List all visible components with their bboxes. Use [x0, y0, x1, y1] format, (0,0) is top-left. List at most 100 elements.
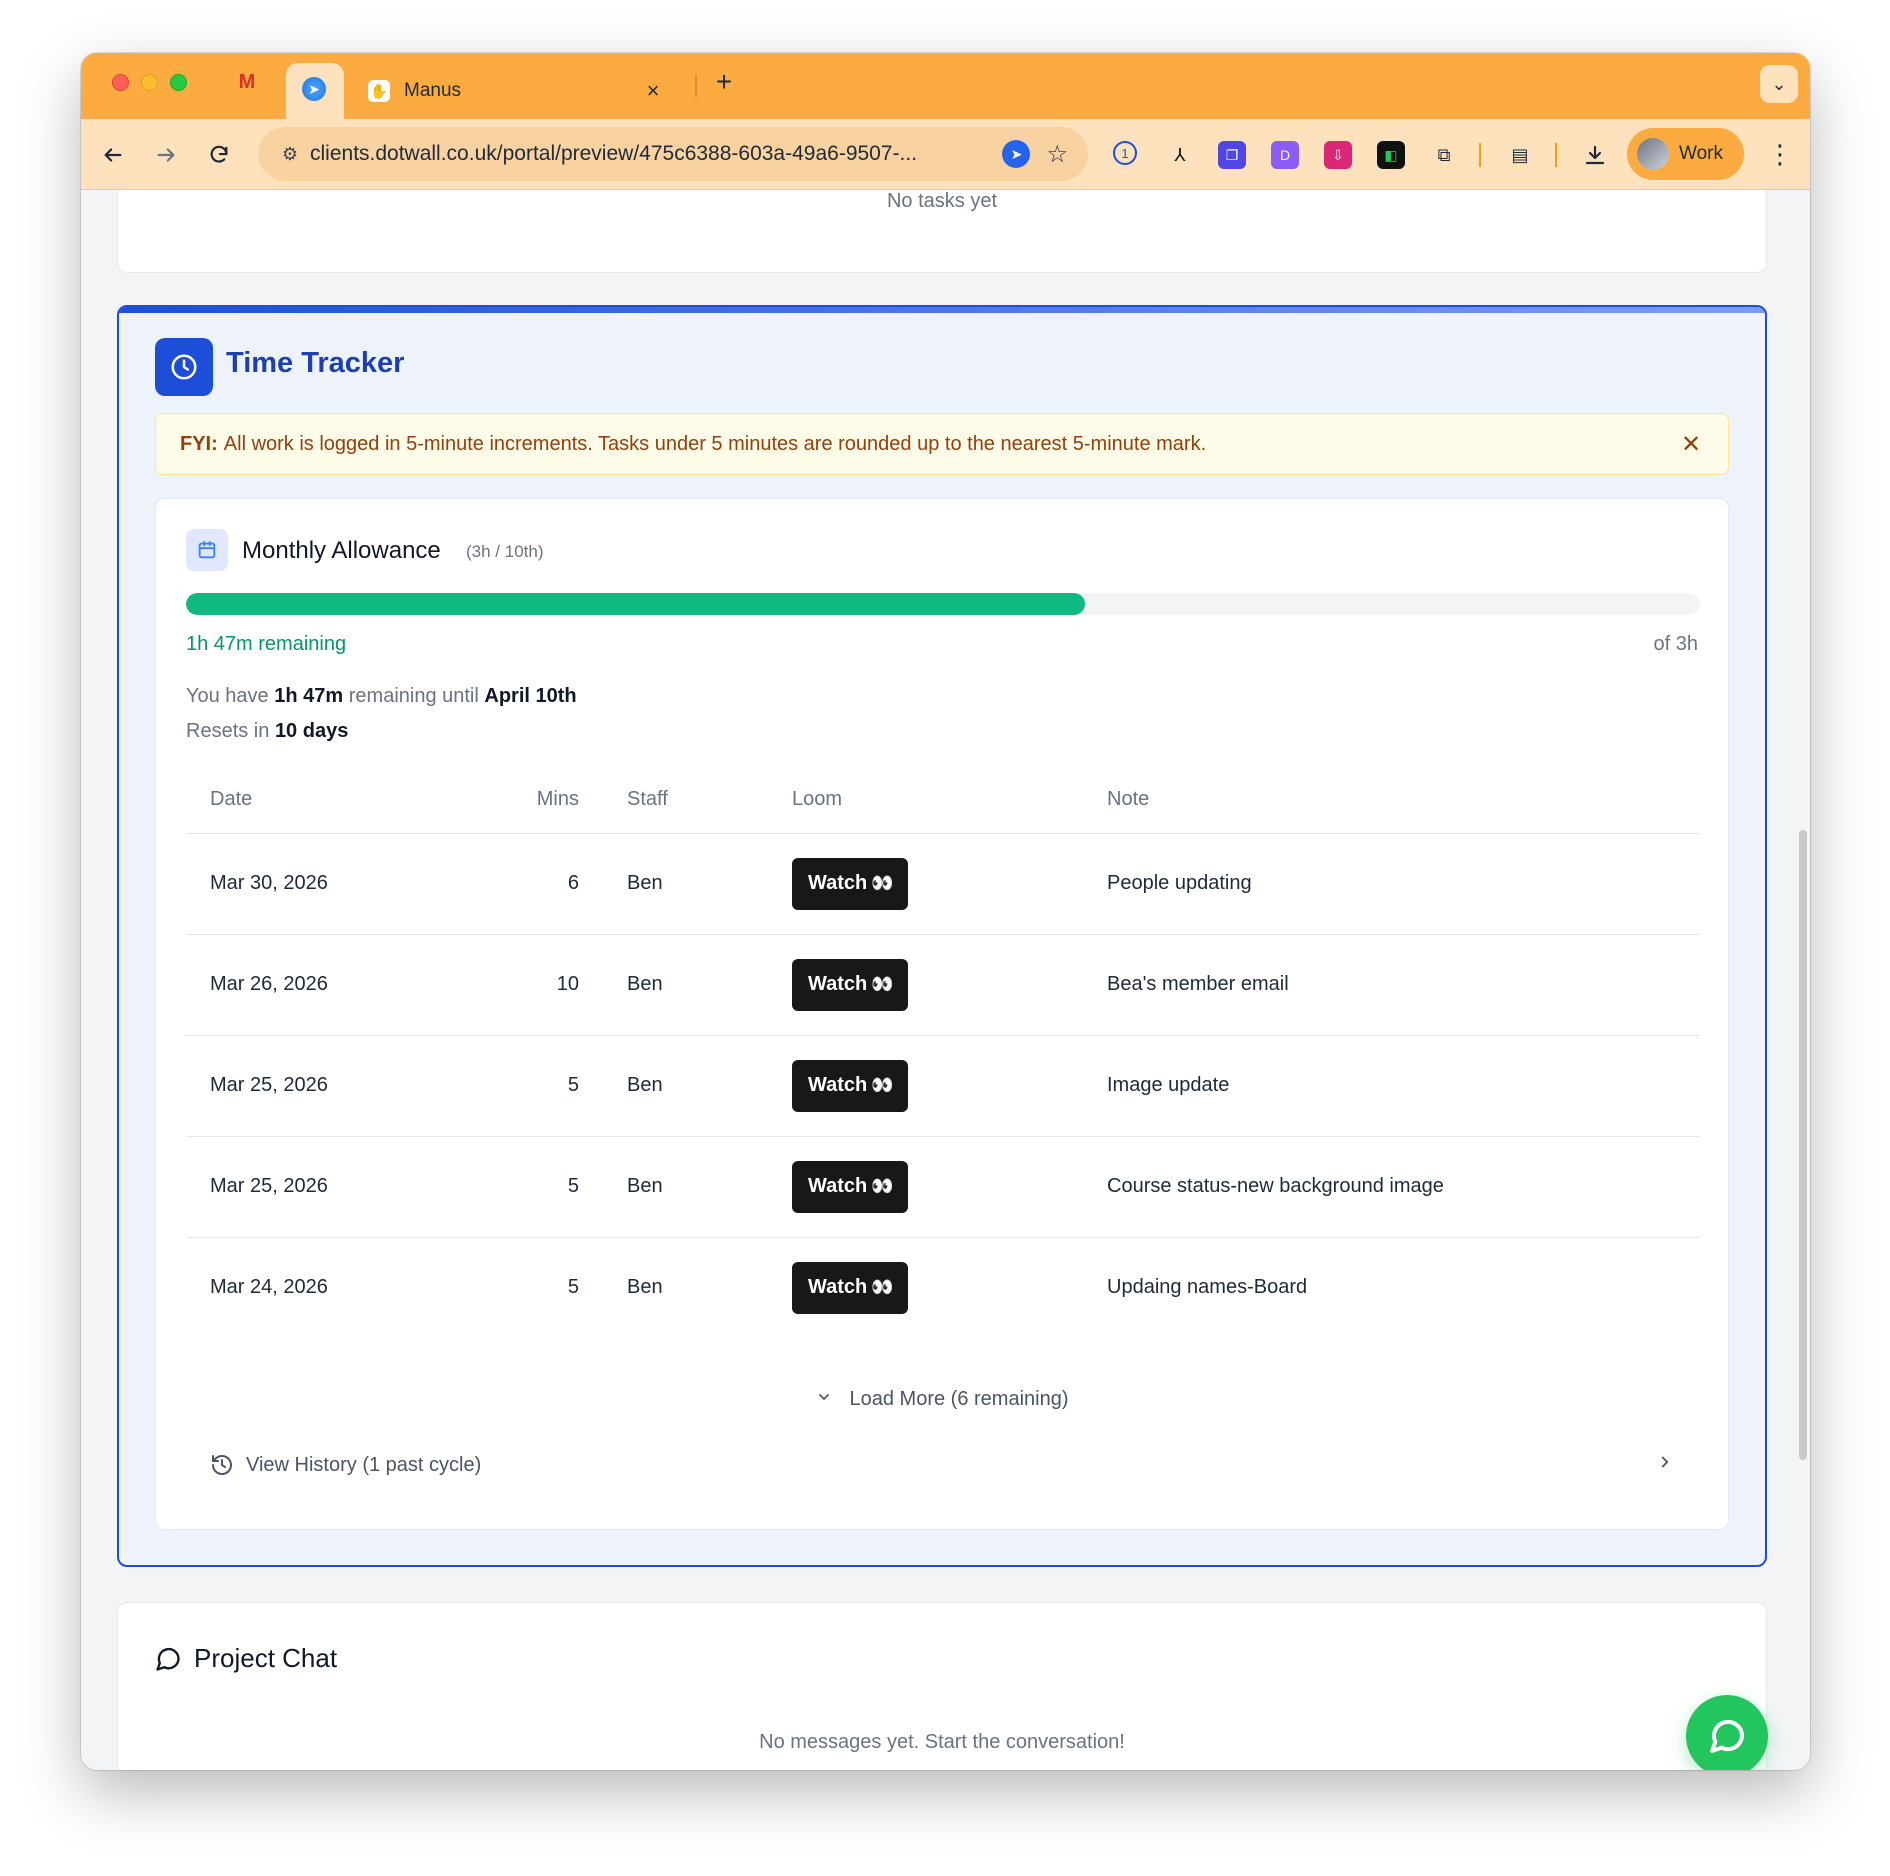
time-tracker-title: Time Tracker	[226, 347, 405, 379]
back-button[interactable]	[95, 137, 131, 173]
cell-note: Bea's member email	[1083, 934, 1700, 1036]
profile-button[interactable]: Work	[1627, 128, 1744, 180]
downloads-icon[interactable]	[1581, 141, 1609, 169]
allowance-progress-bar	[186, 593, 1700, 615]
profile-label: Work	[1679, 143, 1723, 164]
cell-staff: Ben	[603, 833, 768, 935]
extension-compass-icon[interactable]: ➤	[1002, 140, 1031, 168]
watch-label: Watch	[808, 1175, 868, 1197]
watch-loom-button[interactable]: Watch 👀	[792, 1059, 908, 1112]
time-tracker-card: Time Tracker FYI: All work is logged in …	[117, 305, 1767, 1567]
tasks-card: No tasks yet	[117, 190, 1767, 273]
eyes-icon: 👀	[871, 974, 893, 994]
cell-mins: 6	[486, 833, 603, 935]
info-middle: remaining until	[348, 685, 479, 707]
resets-prefix: Resets in	[186, 720, 270, 742]
cell-note: Updaing names-Board	[1107, 1276, 1308, 1299]
close-icon[interactable]: ✕	[1678, 430, 1704, 459]
dark-extension-icon[interactable]: ◧	[1377, 141, 1405, 169]
info-remaining: 1h 47m	[274, 685, 344, 707]
load-more-button[interactable]: Load More (6 remaining)	[156, 1388, 1728, 1411]
resets-info: Resets in 10 days	[186, 720, 348, 743]
cell-date: Mar 24, 2026	[210, 1276, 328, 1299]
history-icon	[212, 1455, 232, 1475]
resets-value: 10 days	[274, 720, 349, 742]
toolbar-separator	[1555, 143, 1557, 167]
cell-date: Mar 25, 2026	[186, 1035, 486, 1137]
toolbar-separator	[1479, 143, 1481, 167]
cell-mins: 5	[486, 1136, 603, 1238]
reload-icon	[210, 145, 228, 163]
table-header-row: Date Mins Staff Loom Note	[186, 767, 1700, 834]
forward-button[interactable]	[148, 137, 184, 173]
page-content: No tasks yet Time Tracker FYI: All work …	[81, 190, 1810, 1770]
info-prefix: You have	[186, 685, 269, 707]
page-scrollbar[interactable]	[1799, 830, 1807, 1460]
monthly-allowance-panel: Monthly Allowance (3h / 10th) 1h 47m rem…	[155, 498, 1729, 1530]
allowance-subtitle: (3h / 10th)	[466, 542, 544, 561]
tab-close-button[interactable]: ×	[641, 78, 665, 104]
table-row: Mar 26, 2026 10 Ben Watch 👀 Bea's member…	[186, 934, 1700, 1036]
load-more-label: Load More (6 remaining)	[849, 1388, 1069, 1410]
card-accent-bar	[119, 307, 1765, 313]
avatar	[1637, 138, 1669, 170]
url-text[interactable]: clients.dotwall.co.uk/portal/preview/475…	[310, 142, 1002, 166]
eyes-icon: 👀	[871, 1075, 893, 1095]
watch-loom-button[interactable]: Watch 👀	[792, 1261, 908, 1314]
password-manager-icon[interactable]: 1	[1113, 141, 1137, 165]
forward-arrow-icon	[157, 148, 175, 162]
view-history-button[interactable]: View History (1 past cycle)	[210, 1453, 481, 1477]
address-bar[interactable]: ⚙ clients.dotwall.co.uk/portal/preview/4…	[258, 127, 1088, 181]
view-history-label: View History (1 past cycle)	[246, 1453, 482, 1476]
cell-mins: 5	[486, 1035, 603, 1137]
pinned-tab-gmail[interactable]: M	[232, 67, 262, 97]
cell-loom: Watch 👀	[768, 1035, 1083, 1137]
back-arrow-icon	[104, 148, 122, 162]
cell-staff: Ben	[627, 1276, 663, 1299]
reading-list-icon[interactable]: ▤	[1506, 141, 1534, 169]
maximize-window-button[interactable]	[170, 74, 187, 91]
watch-loom-button[interactable]: Watch 👀	[792, 958, 908, 1011]
cell-date: Mar 26, 2026	[186, 934, 486, 1036]
open-chat-button[interactable]	[1686, 1695, 1768, 1770]
puzzle-extensions-icon[interactable]: ⧉	[1430, 141, 1458, 169]
new-tab-button[interactable]: +	[709, 67, 739, 97]
pinned-tab-active[interactable]: ➤	[286, 63, 344, 119]
tab-manus[interactable]: ✋ Manus ×	[354, 63, 679, 119]
column-header-note: Note	[1083, 767, 1700, 834]
column-header-loom: Loom	[768, 767, 1083, 834]
copy-extension-icon[interactable]: ❐	[1218, 141, 1246, 169]
chat-bubble-icon	[1710, 1719, 1745, 1753]
person-figure-icon[interactable]: ⅄	[1166, 141, 1194, 169]
cell-date: Mar 30, 2026	[186, 833, 486, 935]
cell-staff: Ben	[603, 1035, 768, 1137]
browser-toolbar: ⚙ clients.dotwall.co.uk/portal/preview/4…	[81, 119, 1810, 190]
cell-date: Mar 25, 2026	[186, 1136, 486, 1238]
total-label: of 3h	[1653, 633, 1698, 655]
site-info-icon[interactable]: ⚙	[270, 144, 310, 165]
gmail-icon: M	[238, 70, 256, 93]
download-arrow-icon	[1585, 145, 1605, 165]
d-extension-icon[interactable]: D	[1271, 141, 1299, 169]
minimize-window-button[interactable]	[141, 74, 158, 91]
watch-label: Watch	[808, 872, 868, 894]
watch-label: Watch	[808, 1074, 868, 1096]
remaining-label: 1h 47m remaining	[186, 633, 347, 655]
watch-loom-button[interactable]: Watch 👀	[792, 1160, 908, 1213]
fyi-label: FYI:	[180, 432, 218, 455]
cell-loom: Watch 👀	[768, 833, 1083, 935]
tab-search-button[interactable]: ⌄	[1760, 65, 1798, 103]
download-extension-icon[interactable]: ⇩	[1324, 141, 1352, 169]
table-row: Mar 25, 2026 5 Ben Watch 👀 Image update	[186, 1035, 1700, 1137]
tab-title: Manus	[404, 80, 462, 101]
close-window-button[interactable]	[112, 74, 129, 91]
fyi-text: All work is logged in 5-minute increment…	[223, 432, 1207, 455]
cell-staff: Ben	[603, 1136, 768, 1238]
chevron-right-icon[interactable]	[1656, 1451, 1674, 1477]
reload-button[interactable]	[201, 137, 237, 173]
chat-bubble-icon	[156, 1647, 180, 1671]
chevron-down-icon	[816, 1389, 832, 1410]
watch-loom-button[interactable]: Watch 👀	[792, 857, 908, 910]
browser-menu-icon[interactable]: ⋮	[1767, 139, 1793, 170]
bookmark-star-icon[interactable]: ☆	[1046, 140, 1068, 169]
